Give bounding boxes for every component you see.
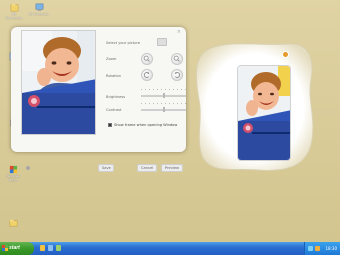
rotate-right-button[interactable] <box>171 69 183 81</box>
brightness-slider-thumb[interactable] <box>162 93 165 98</box>
save-button[interactable]: Save <box>98 164 114 172</box>
rotation-label: Rotation <box>106 74 122 78</box>
windows-logo-icon <box>2 245 8 251</box>
show-frame-label: Show frame when opening Window <box>114 123 178 127</box>
tray-network-icon[interactable] <box>308 246 313 251</box>
select-picture-label: Select your picture <box>106 41 141 45</box>
desktop-icon-my-computer[interactable]: My Computer <box>28 3 50 17</box>
tray-app-icon[interactable] <box>315 246 320 251</box>
media-icon <box>9 165 18 174</box>
show-frame-checkbox[interactable] <box>108 123 112 127</box>
zoom-in-button[interactable] <box>171 53 183 65</box>
folder-documents-icon <box>10 3 19 12</box>
contrast-slider-thumb[interactable] <box>162 107 165 112</box>
contrast-label: Contrast <box>106 108 122 112</box>
contrast-ticks <box>141 103 186 104</box>
zoom-out-button[interactable] <box>141 53 153 65</box>
quick-launch-icon[interactable] <box>48 245 53 251</box>
quick-launch-icon[interactable] <box>40 245 45 251</box>
brightness-label: Brightness <box>106 95 126 99</box>
folder-icon <box>9 218 18 227</box>
brightness-ticks <box>141 89 186 90</box>
cancel-button[interactable]: Cancel <box>137 164 157 172</box>
frame-settings-badge-icon[interactable] <box>282 51 289 58</box>
rotate-left-button[interactable] <box>141 69 153 81</box>
clock[interactable]: 18:30 <box>325 242 337 255</box>
computer-icon <box>35 3 44 12</box>
selected-photo-preview <box>21 30 96 135</box>
system-tray: 18:30 <box>304 242 340 255</box>
contrast-slider[interactable] <box>141 107 186 112</box>
browse-picture-button[interactable] <box>157 38 167 46</box>
desktop-icon-folder[interactable] <box>2 218 24 228</box>
taskbar: start 18:30 <box>0 242 340 255</box>
quick-launch-icon[interactable] <box>56 245 61 251</box>
help-icon[interactable] <box>26 166 30 170</box>
show-frame-option[interactable]: Show frame when opening Window <box>108 123 177 127</box>
desktop-icon-my-documents[interactable]: My Documents <box>3 3 25 20</box>
zoom-label: Zoom <box>106 57 117 61</box>
preview-button[interactable]: Preview <box>161 164 183 172</box>
desktop-icon-windows-media[interactable]: Windows Media <box>2 165 24 182</box>
framed-photo <box>237 65 291 161</box>
close-button[interactable]: × <box>177 30 181 35</box>
brightness-slider[interactable] <box>141 93 186 98</box>
start-label: start <box>9 245 20 251</box>
frame-settings-dialog: × Select your picture Zoom Rotation Brig… <box>11 27 186 172</box>
